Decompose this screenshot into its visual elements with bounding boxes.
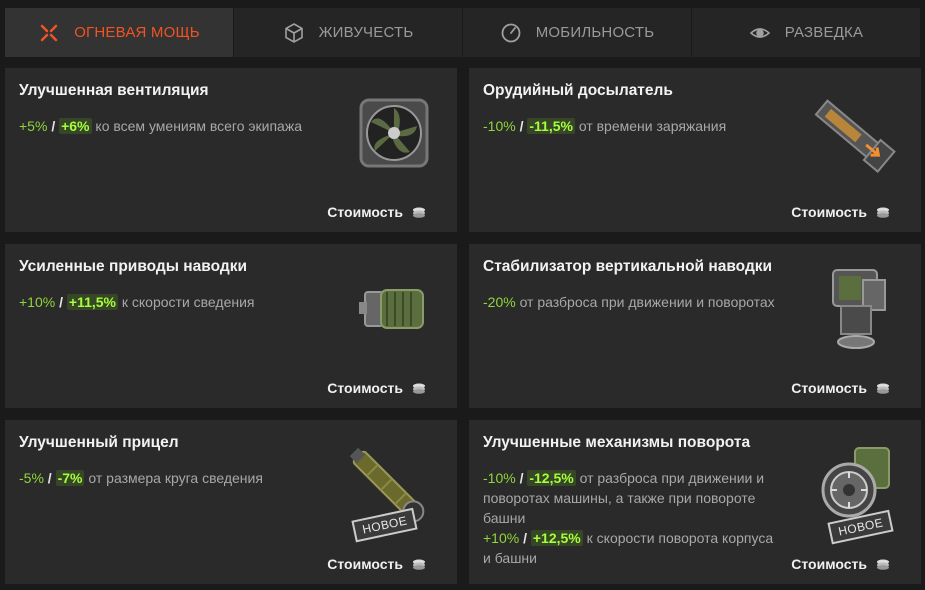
credits-icon — [877, 207, 889, 218]
separator: / — [51, 118, 56, 134]
equipment-card-aiming-drives[interactable]: Усиленные приводы наводки +10% / +11,5% … — [5, 244, 457, 408]
tab-survivability[interactable]: ЖИВУЧЕСТЬ — [234, 8, 463, 57]
cost-button[interactable]: Стоимость — [327, 380, 427, 396]
cost-button[interactable]: Стоимость — [791, 380, 891, 396]
card-title: Улучшенная вентиляция — [19, 82, 209, 99]
card-description: +10% / +11,5% к скорости сведения — [19, 292, 319, 312]
cost-button[interactable]: Стоимость — [791, 204, 891, 220]
credits-icon — [877, 383, 889, 394]
bonus-text: от разброса при движении и поворотах маш… — [483, 470, 765, 526]
tab-firepower[interactable]: ОГНЕВАЯ МОЩЬ — [5, 8, 234, 57]
bonus-value: +10% — [483, 530, 520, 546]
bonus-text: к скорости поворота корпуса и башни — [483, 530, 774, 566]
bonus-value-improved: -12,5% — [527, 470, 576, 486]
crosshair-x-icon — [40, 24, 58, 41]
category-tabs: ОГНЕВАЯ МОЩЬ ЖИВУЧЕСТЬ МОБИЛЬНОСТЬ РАЗВЕ… — [5, 8, 920, 57]
bonus-value: -5% — [19, 470, 44, 486]
separator: / — [519, 470, 524, 486]
card-title: Улучшенные механизмы поворота — [483, 434, 751, 451]
speedometer-icon — [501, 23, 521, 42]
bonus-value-improved: +11,5% — [66, 294, 118, 310]
bonus-text: ко всем умениям всего экипажа — [95, 118, 302, 134]
hexagon-cube-icon — [284, 22, 303, 43]
tab-label: ЖИВУЧЕСТЬ — [318, 24, 414, 41]
card-title: Улучшенный прицел — [19, 434, 179, 451]
tab-label: РАЗВЕДКА — [784, 24, 864, 41]
separator: / — [519, 118, 524, 134]
separator: / — [59, 294, 63, 310]
credits-icon — [413, 559, 425, 570]
separator: / — [47, 470, 52, 486]
cost-button[interactable]: Стоимость — [327, 204, 427, 220]
tab-label: ОГНЕВАЯ МОЩЬ — [74, 24, 200, 41]
bonus-value-improved: -7% — [55, 470, 85, 486]
bonus-value: +10% — [19, 294, 56, 310]
equipment-card-improved-sight[interactable]: Улучшенный прицел -5% / -7% от размера к… — [5, 420, 457, 584]
bonus-value: +5% — [19, 118, 48, 134]
bonus-value-improved: +6% — [59, 118, 92, 134]
card-title: Стабилизатор вертикальной наводки — [483, 258, 773, 275]
eye-icon — [749, 27, 770, 38]
cost-button[interactable]: Стоимость — [327, 556, 427, 572]
bonus-value-improved: +12,5% — [530, 530, 583, 546]
bonus-value: -20% — [483, 294, 516, 310]
tab-recon[interactable]: РАЗВЕДКА — [692, 8, 920, 57]
bonus-text: от размера круга сведения — [88, 470, 263, 486]
tab-mobility[interactable]: МОБИЛЬНОСТЬ — [463, 8, 692, 57]
credits-icon — [413, 207, 425, 218]
card-title: Усиленные приводы наводки — [19, 258, 247, 275]
credits-icon — [413, 383, 425, 394]
bonus-value: -10% — [483, 470, 516, 486]
aiming-drive-icon — [359, 289, 424, 329]
card-title: Орудийный досылатель — [483, 82, 673, 99]
card-description: -20% от разброса при движении и поворота… — [483, 292, 783, 312]
bonus-text: к скорости сведения — [121, 294, 255, 310]
card-description: +5% / +6% ко всем умениям всего экипажа — [19, 116, 319, 136]
card-description: -5% / -7% от размера круга сведения — [19, 468, 319, 488]
equipment-card-ventilation[interactable]: Улучшенная вентиляция +5% / +6% ко всем … — [5, 68, 457, 232]
card-description: -10% / -12,5% от разброса при движении и… — [483, 468, 783, 568]
separator: / — [523, 530, 527, 546]
bonus-value: -10% — [483, 118, 516, 134]
equipment-card-stabilizer[interactable]: Стабилизатор вертикальной наводки -20% о… — [469, 244, 921, 408]
card-description: -10% / -11,5% от времени заряжания — [483, 116, 783, 136]
credits-icon — [877, 559, 889, 570]
tab-label: МОБИЛЬНОСТЬ — [535, 24, 655, 41]
bonus-text: от разброса при движении и поворотах — [519, 294, 775, 310]
stabilizer-icon — [832, 269, 886, 349]
bonus-text: от времени заряжания — [578, 118, 727, 134]
cost-button[interactable]: Стоимость — [791, 556, 891, 572]
equipment-card-rammer[interactable]: Орудийный досылатель -10% / -11,5% от вр… — [469, 68, 921, 232]
ventilation-icon — [359, 98, 429, 168]
rammer-icon — [814, 99, 896, 173]
equipment-card-turning-mechanism[interactable]: Улучшенные механизмы поворота -10% / -12… — [469, 420, 921, 584]
bonus-value-improved: -11,5% — [527, 118, 575, 134]
